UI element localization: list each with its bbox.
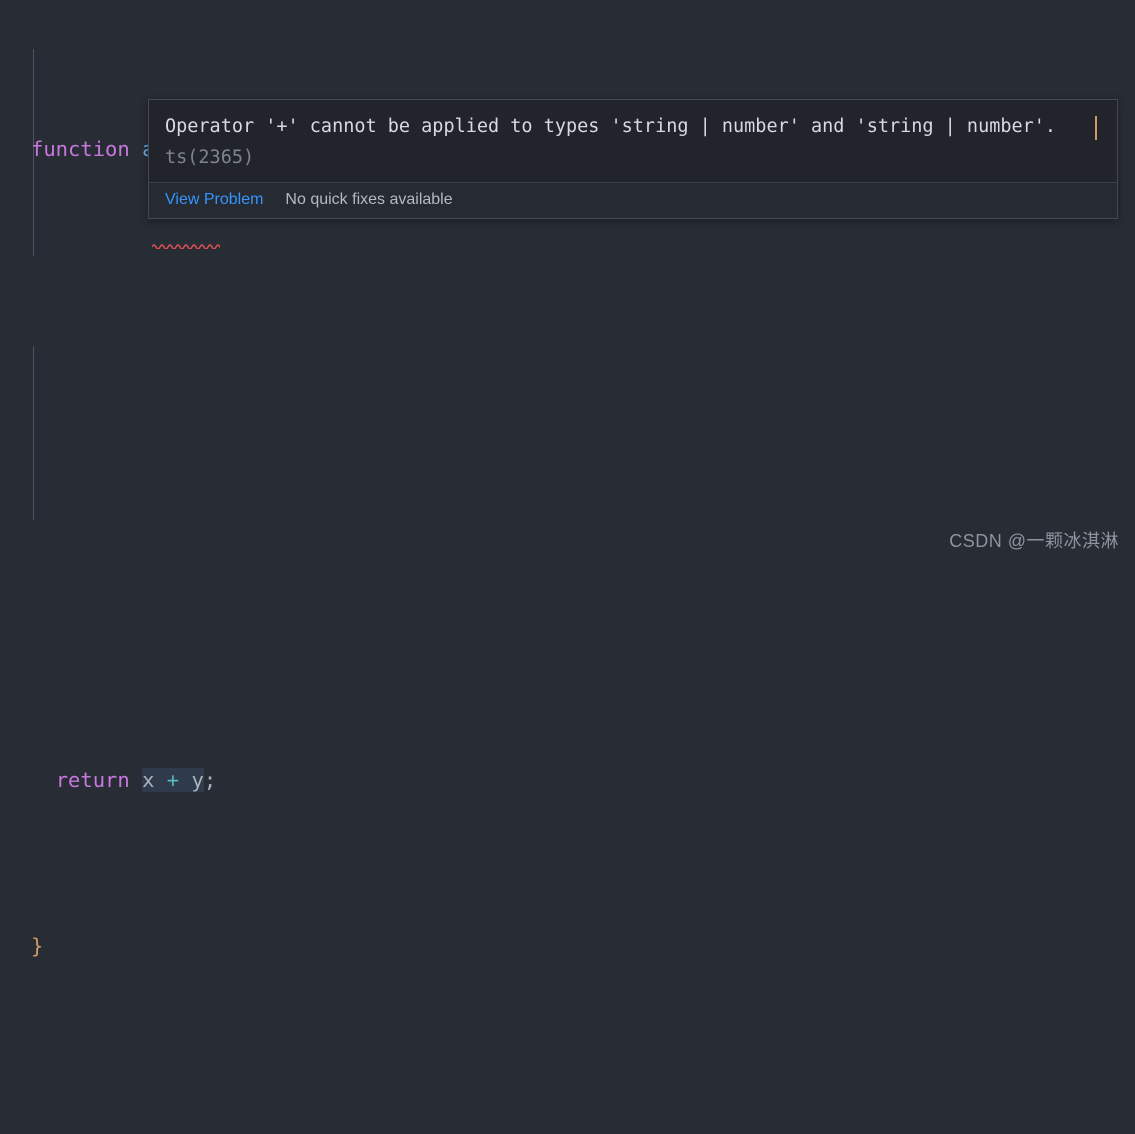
error-squiggle-underline [152,243,220,249]
text-cursor [1095,116,1097,140]
view-problem-link[interactable]: View Problem [165,190,263,210]
code-line-3[interactable] [0,398,1135,431]
token-operator-plus: + [166,767,180,792]
hover-message-text: Operator '+' cannot be applied to types … [165,116,1057,137]
code-line-8[interactable] [0,1096,1135,1129]
code-line-7[interactable]: } [0,930,1135,963]
token-keyword-function: function [31,136,130,161]
token-var-y: y [191,767,204,792]
token-brace-close: } [31,933,44,958]
token-var-x: x [142,767,155,792]
token-keyword-return: return [55,767,130,792]
hover-message-error-code: ts(2365) [165,147,255,168]
hover-error-tooltip[interactable]: Operator '+' cannot be applied to types … [148,99,1118,219]
hover-message: Operator '+' cannot be applied to types … [149,100,1117,182]
code-line-2[interactable] [0,299,1135,332]
code-line-5[interactable] [0,598,1135,631]
code-editor[interactable]: function add(x: number | string, y: numb… [0,0,1135,958]
no-quick-fixes-label: No quick fixes available [285,191,453,208]
code-line-6[interactable]: return x + y; [0,764,1135,797]
error-expression[interactable]: x + y [142,767,204,792]
csdn-watermark: CSDN @一颗冰淇淋 [949,531,1119,551]
hover-actions-bar: View Problem No quick fixes available [149,182,1117,218]
token-semicolon: ; [203,767,217,792]
